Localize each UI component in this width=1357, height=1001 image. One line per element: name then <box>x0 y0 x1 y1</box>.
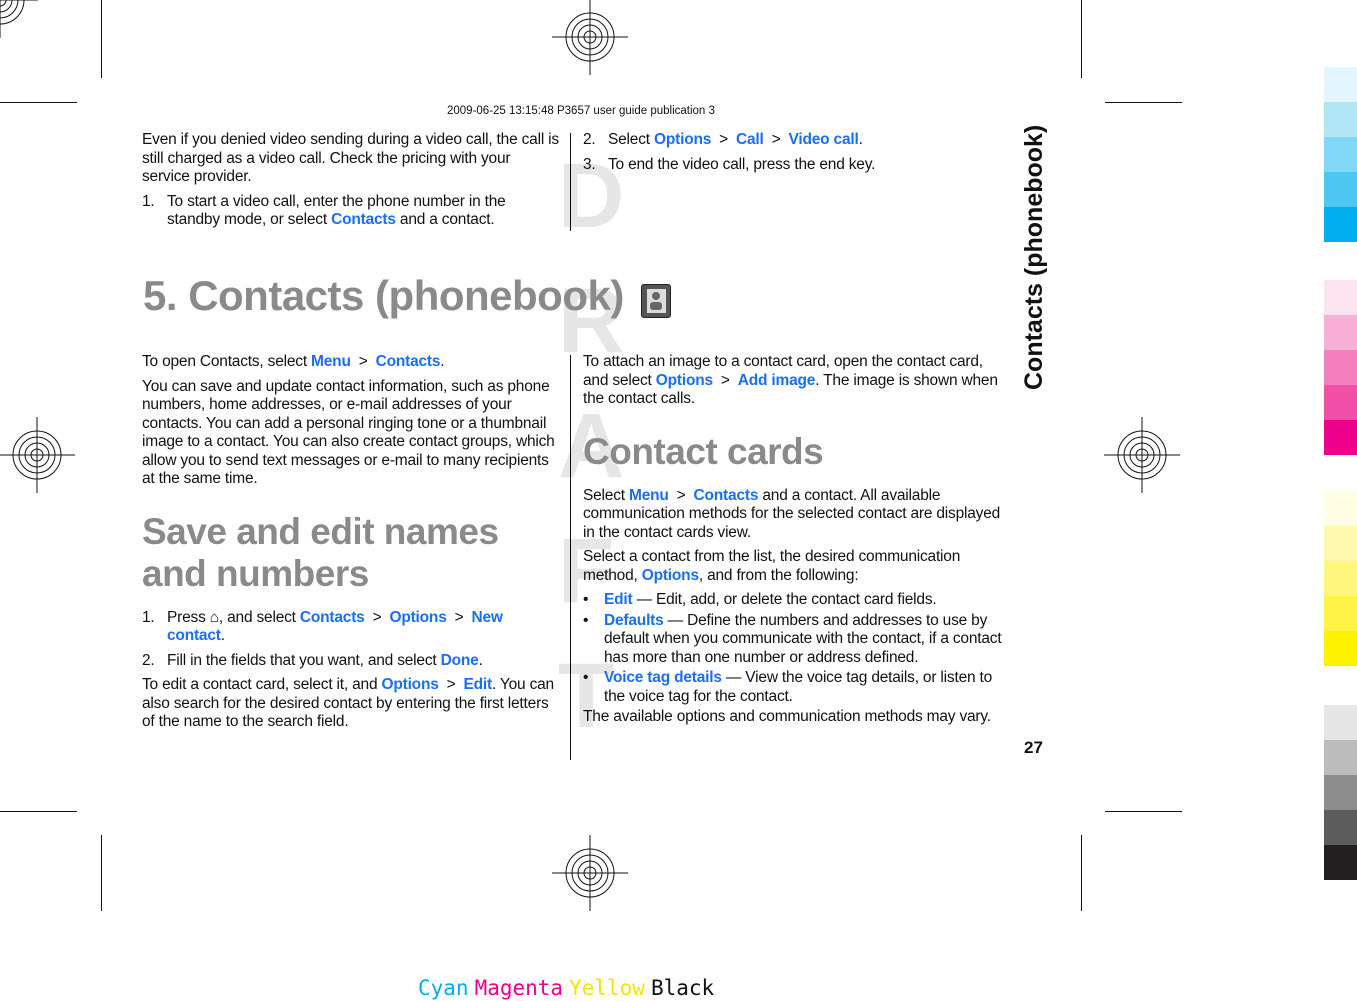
registration-mark-icon <box>551 0 629 76</box>
registration-mark-icon <box>551 834 629 912</box>
registration-mark-icon <box>1103 416 1181 494</box>
registration-marks <box>0 0 1181 912</box>
registration-mark-icon <box>0 416 76 494</box>
